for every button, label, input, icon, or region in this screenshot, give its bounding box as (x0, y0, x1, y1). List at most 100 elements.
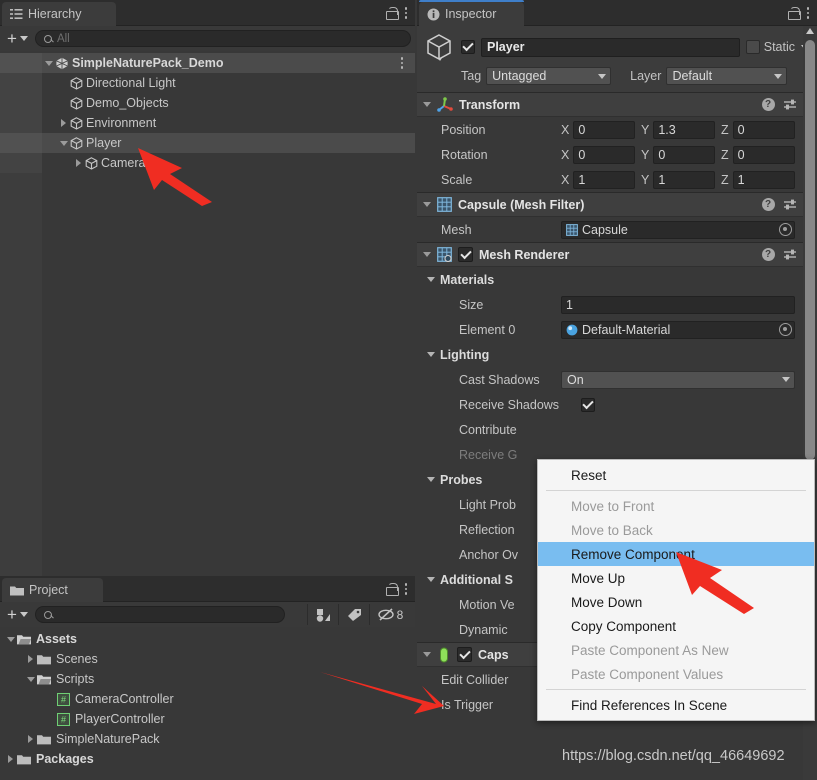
mesh-object-field[interactable]: Capsule (561, 220, 795, 239)
scroll-up-arrow-icon[interactable] (806, 28, 814, 34)
lighting-group-header[interactable]: Lighting (417, 342, 817, 367)
hidden-packages-button[interactable]: 8 (369, 604, 411, 625)
help-icon[interactable]: ? (761, 198, 775, 211)
project-item-4[interactable]: # PlayerController (0, 709, 415, 729)
hierarchy-item-1[interactable]: Directional Light (0, 73, 415, 93)
hierarchy-search-input[interactable]: All (34, 30, 411, 47)
hierarchy-menu-kebab-icon[interactable] (404, 7, 412, 19)
static-checkbox[interactable] (745, 40, 760, 54)
position-x-input[interactable]: 0 (573, 120, 635, 139)
chevron-down-icon[interactable] (59, 140, 68, 146)
component-context-menu[interactable]: Reset Move to Front Move to Back Remove Com… (537, 459, 815, 721)
hierarchy-item-5[interactable]: Cameras (0, 153, 415, 173)
element0-object-field[interactable]: Default-Material (561, 320, 795, 339)
receive-shadows-checkbox[interactable] (581, 397, 595, 412)
gameobject-name-input[interactable]: Player (481, 37, 740, 57)
project-item-expander[interactable] (24, 735, 37, 743)
chevron-down-icon[interactable] (423, 252, 431, 257)
chevron-right-icon[interactable] (76, 159, 81, 167)
project-item-6[interactable]: Packages (0, 749, 415, 769)
search-by-type-button[interactable] (307, 604, 338, 625)
hierarchy-item-kebab-icon[interactable] (400, 57, 408, 69)
chevron-down-icon[interactable] (423, 202, 431, 207)
cast-shadows-dropdown[interactable]: On (561, 370, 795, 389)
rotation-y-input[interactable]: 0 (653, 145, 715, 164)
project-menu-kebab-icon[interactable] (404, 583, 412, 595)
materials-size-input[interactable]: 1 (561, 295, 795, 314)
component-transform-header[interactable]: Transform ? (417, 93, 817, 117)
context-menu-item-7[interactable]: Copy Component (538, 614, 814, 638)
hierarchy-item-expander[interactable] (57, 119, 70, 127)
layer-dropdown[interactable]: Default (666, 67, 788, 85)
project-item-expander[interactable] (24, 655, 37, 663)
chevron-down-icon[interactable] (423, 652, 431, 657)
context-menu-item-0[interactable]: Reset (538, 463, 814, 487)
component-mesh-filter-header[interactable]: Capsule (Mesh Filter) ? (417, 193, 817, 217)
preset-icon[interactable] (783, 198, 797, 211)
project-item-3[interactable]: # CameraController (0, 689, 415, 709)
tab-project[interactable]: Project (2, 578, 103, 602)
hierarchy-item-0[interactable]: SimpleNaturePack_Demo (0, 53, 415, 73)
chevron-down-icon[interactable] (44, 60, 53, 66)
tag-dropdown[interactable]: Untagged (486, 67, 612, 85)
context-menu-item-6[interactable]: Move Down (538, 590, 814, 614)
scale-y-input[interactable]: 1 (653, 170, 715, 189)
context-menu-item-4[interactable]: Remove Component (538, 542, 814, 566)
lock-icon[interactable] (787, 6, 801, 20)
component-mesh-renderer-header[interactable]: Mesh Renderer ? (417, 243, 817, 267)
chevron-down-icon[interactable] (6, 636, 15, 642)
chevron-right-icon[interactable] (8, 755, 13, 763)
context-menu-item-5[interactable]: Move Up (538, 566, 814, 590)
tab-inspector[interactable]: Inspector (419, 0, 524, 26)
help-icon[interactable]: ? (761, 98, 775, 111)
preset-icon[interactable] (783, 98, 797, 111)
object-picker-icon[interactable] (779, 223, 792, 236)
chevron-right-icon[interactable] (28, 735, 33, 743)
capsule-collider-enabled-checkbox[interactable] (457, 647, 472, 662)
project-create-button[interactable]: + (4, 606, 31, 623)
help-icon[interactable]: ? (761, 248, 775, 261)
scale-x-input[interactable]: 1 (573, 170, 635, 189)
hierarchy-item-expander[interactable] (42, 60, 55, 66)
hierarchy-item-expander[interactable] (72, 159, 85, 167)
chevron-down-icon[interactable] (427, 577, 435, 582)
lock-icon[interactable] (385, 6, 399, 20)
hierarchy-item-2[interactable]: Demo_Objects (0, 93, 415, 113)
chevron-down-icon[interactable] (423, 102, 431, 107)
rotation-x-input[interactable]: 0 (573, 145, 635, 164)
static-toggle-group[interactable]: Static (745, 40, 809, 54)
context-menu-item-11[interactable]: Find References In Scene (538, 693, 814, 717)
chevron-down-icon[interactable] (427, 477, 435, 482)
chevron-right-icon[interactable] (61, 119, 66, 127)
project-item-0[interactable]: Assets (0, 629, 415, 649)
project-search-input[interactable] (34, 606, 285, 623)
preset-icon[interactable] (783, 248, 797, 261)
project-item-2[interactable]: Scripts (0, 669, 415, 689)
hierarchy-create-button[interactable]: + (4, 30, 31, 47)
tab-hierarchy[interactable]: Hierarchy (2, 2, 116, 26)
project-item-1[interactable]: Scenes (0, 649, 415, 669)
hierarchy-item-expander[interactable] (57, 140, 70, 146)
scale-z-input[interactable]: 1 (732, 170, 795, 189)
project-item-expander[interactable] (4, 636, 17, 642)
lock-icon[interactable] (385, 582, 399, 596)
position-y-input[interactable]: 1.3 (653, 120, 715, 139)
project-item-5[interactable]: SimpleNaturePack (0, 729, 415, 749)
chevron-down-icon[interactable] (26, 676, 35, 682)
mesh-renderer-enabled-checkbox[interactable] (458, 247, 473, 262)
hierarchy-item-4[interactable]: Player (0, 133, 415, 153)
chevron-right-icon[interactable] (28, 655, 33, 663)
rotation-z-input[interactable]: 0 (732, 145, 795, 164)
chevron-down-icon[interactable] (427, 277, 435, 282)
inspector-scrollbar-thumb[interactable] (805, 40, 815, 460)
object-picker-icon[interactable] (779, 323, 792, 336)
materials-group-header[interactable]: Materials (417, 267, 817, 292)
gameobject-active-checkbox[interactable] (461, 40, 475, 54)
project-item-expander[interactable] (4, 755, 17, 763)
chevron-down-icon[interactable] (427, 352, 435, 357)
search-by-label-button[interactable] (338, 604, 369, 625)
project-item-expander[interactable] (24, 676, 37, 682)
position-z-input[interactable]: 0 (732, 120, 795, 139)
hierarchy-item-3[interactable]: Environment (0, 113, 415, 133)
inspector-menu-kebab-icon[interactable] (806, 7, 814, 19)
